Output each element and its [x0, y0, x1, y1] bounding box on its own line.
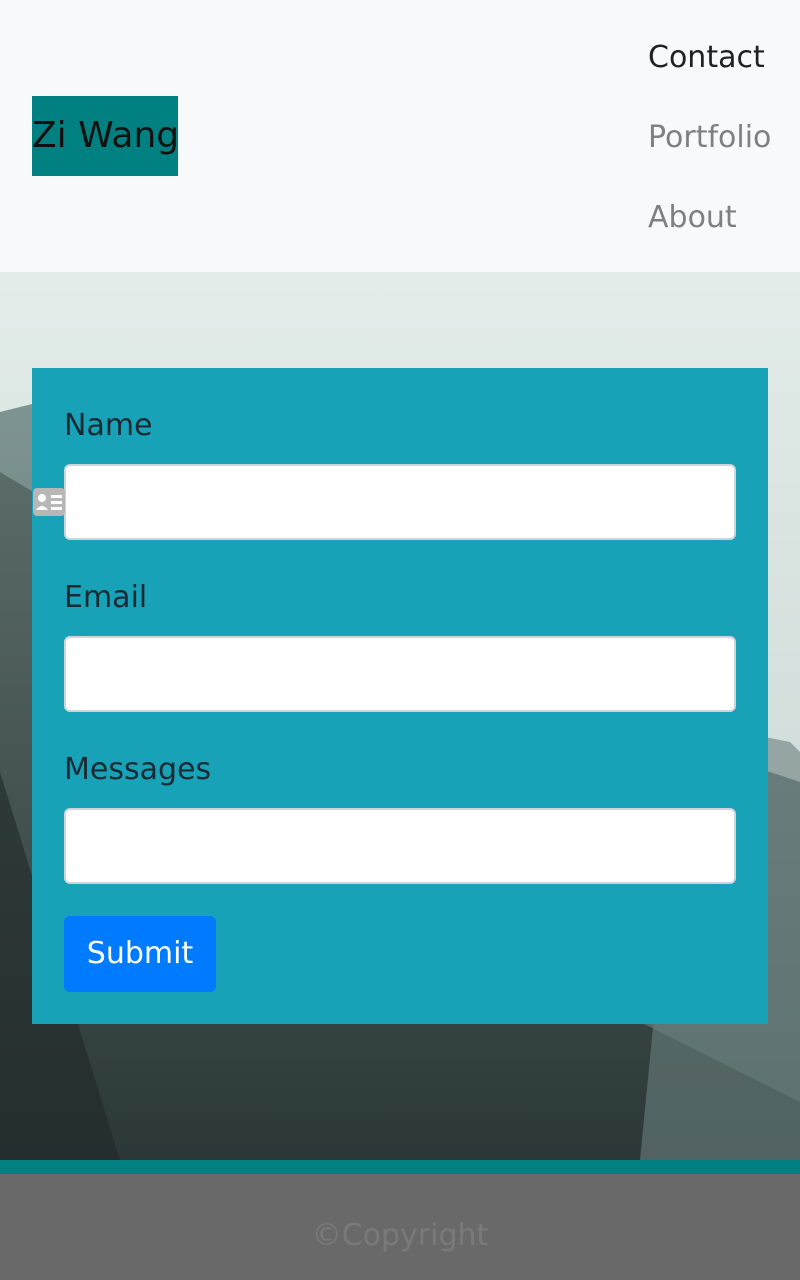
- messages-label: Messages: [64, 752, 212, 787]
- name-field[interactable]: [64, 464, 736, 540]
- hero-background: Name Email Messages Submit: [0, 272, 800, 1160]
- nav-item-about[interactable]: About: [648, 198, 737, 238]
- nav-item-contact[interactable]: Contact: [648, 38, 765, 78]
- footer: ©Copyright: [0, 1174, 800, 1280]
- contact-form: Name Email Messages Submit: [32, 368, 768, 1024]
- messages-field[interactable]: [64, 808, 736, 884]
- email-field[interactable]: [64, 636, 736, 712]
- submit-button[interactable]: Submit: [64, 916, 216, 992]
- contact-card-icon: [33, 488, 65, 516]
- name-label: Name: [64, 408, 153, 443]
- brand-logo[interactable]: Zi Wang: [32, 96, 178, 176]
- email-label: Email: [64, 580, 148, 615]
- nav-item-portfolio[interactable]: Portfolio: [648, 118, 771, 158]
- copyright-text: ©Copyright: [311, 1218, 489, 1253]
- footer-accent-bar: [0, 1160, 800, 1174]
- navbar: Zi Wang Contact Portfolio About: [0, 0, 800, 272]
